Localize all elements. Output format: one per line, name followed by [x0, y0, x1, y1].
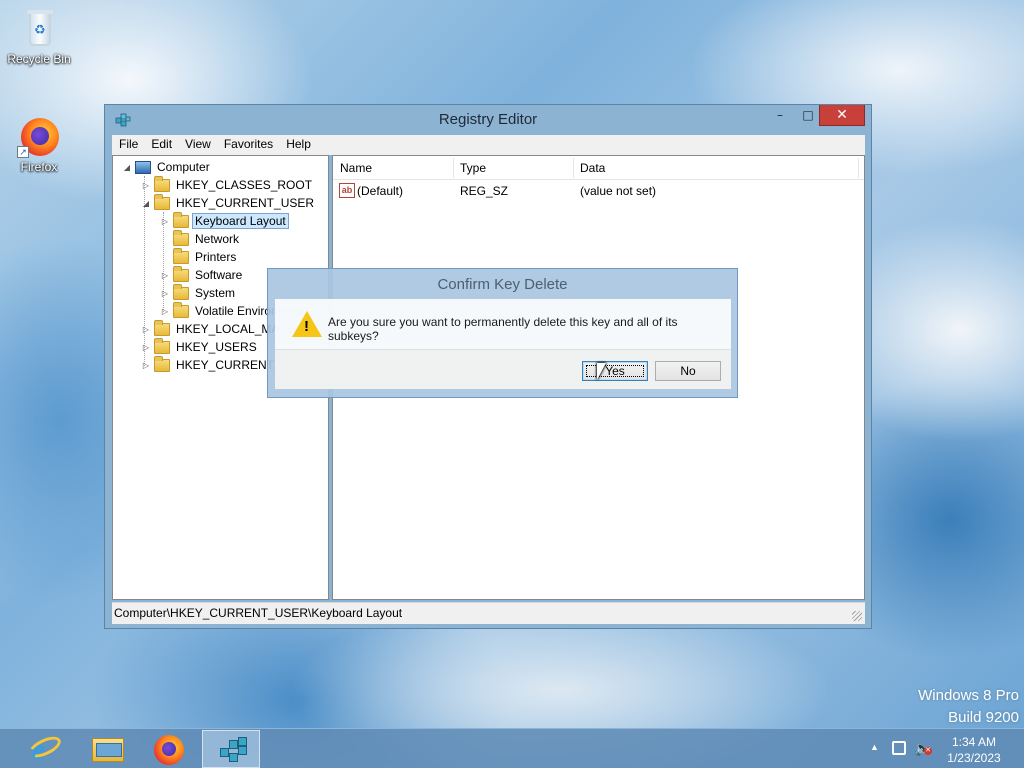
clock-time: 1:34 AM — [951, 735, 997, 749]
folder-icon — [173, 301, 189, 318]
expand-icon[interactable]: ▷ — [159, 289, 171, 298]
desktop-icon-label: Firefox — [20, 160, 58, 174]
folder-icon — [173, 211, 189, 228]
folder-icon — [173, 229, 189, 246]
tree-item-keyboard-layout[interactable]: ▷ Keyboard Layout — [159, 211, 289, 230]
expand-icon[interactable]: ▷ — [140, 343, 152, 352]
menu-edit[interactable]: Edit — [144, 135, 178, 151]
dialog-button-bar: Yes No — [275, 349, 731, 389]
tree-item-label: Network — [195, 232, 240, 246]
folder-icon — [173, 247, 189, 264]
taskbar-app-firefox[interactable] — [140, 730, 198, 768]
expand-icon[interactable]: ▷ — [140, 361, 152, 370]
firefox-icon: ↗ — [17, 114, 61, 158]
tree-item-label: HKEY_CURRENT_USER — [176, 196, 315, 210]
list-header: Name Type Data — [333, 156, 864, 180]
window-title: Registry Editor — [438, 111, 538, 128]
tree-item-label: HKEY_USERS — [176, 340, 257, 354]
firefox-icon — [154, 735, 184, 765]
regedit-icon — [218, 736, 248, 766]
shortcut-arrow-icon: ↗ — [17, 146, 29, 158]
menu-help[interactable]: Help — [279, 135, 317, 151]
dialog-title[interactable]: Confirm Key Delete — [268, 276, 737, 293]
tree-item-label: HKEY_CLASSES_ROOT — [176, 178, 313, 192]
confirm-key-delete-dialog: Confirm Key Delete ! Are you sure you wa… — [267, 268, 738, 398]
clock-date: 1/23/2023 — [947, 751, 1001, 765]
folder-icon — [154, 193, 170, 210]
column-header-type[interactable]: Type — [453, 161, 486, 175]
os-edition: Windows 8 Pro — [918, 687, 1019, 704]
desktop-icon-firefox[interactable]: ↗ Firefox — [4, 114, 74, 174]
tree-item-label: Printers — [195, 250, 237, 264]
dialog-message: Are you sure you want to permanently del… — [328, 315, 678, 343]
collapse-icon[interactable]: ◢ — [121, 163, 133, 172]
os-watermark: Windows 8 Pro Build 9200 — [918, 685, 1019, 729]
volume-muted-badge-icon: ✕ — [924, 747, 932, 755]
tree-item-computer[interactable]: ◢ Computer — [121, 158, 213, 176]
column-divider[interactable] — [858, 158, 859, 178]
menu-bar: File Edit View Favorites Help — [112, 135, 865, 155]
expand-icon[interactable]: ▷ — [159, 271, 171, 280]
expand-icon[interactable]: ▷ — [140, 181, 152, 190]
title-bar[interactable]: Registry Editor – □ ✕ — [105, 105, 871, 135]
tree-item-hkey-users[interactable]: ▷ HKEY_USERS — [140, 337, 260, 356]
dialog-body: ! Are you sure you want to permanently d… — [275, 299, 731, 389]
status-path: Computer\HKEY_CURRENT_USER\Keyboard Layo… — [114, 606, 403, 620]
folder-icon — [154, 355, 170, 372]
tree-item-label: System — [195, 286, 236, 300]
tree-item-hkey-current-user[interactable]: ◢ HKEY_CURRENT_USER — [140, 193, 317, 212]
resize-grip-icon[interactable] — [852, 611, 862, 621]
taskbar-app-registry-editor[interactable] — [202, 730, 260, 768]
menu-favorites[interactable]: Favorites — [217, 135, 279, 151]
desktop-icon-recycle-bin[interactable]: Recycle Bin — [4, 6, 74, 66]
folder-icon — [173, 265, 189, 282]
warning-icon-mark: ! — [304, 318, 309, 335]
tree-item-hkey-classes-root[interactable]: ▷ HKEY_CLASSES_ROOT — [140, 175, 315, 194]
close-button[interactable]: ✕ — [819, 105, 865, 126]
no-button[interactable]: No — [655, 361, 721, 381]
tree-item-network[interactable]: Network — [159, 229, 242, 248]
column-header-name[interactable]: Name — [333, 161, 372, 175]
string-value-icon: ab — [339, 183, 355, 198]
tree-item-system[interactable]: ▷ System — [159, 283, 238, 302]
os-build: Build 9200 — [948, 709, 1019, 726]
menu-file[interactable]: File — [112, 135, 144, 151]
folder-icon — [154, 319, 170, 336]
tree-item-label: Computer — [157, 160, 210, 174]
mouse-cursor-icon — [597, 363, 606, 380]
clock[interactable]: 1:34 AM 1/23/2023 — [940, 734, 1008, 768]
desktop-icon-label: Recycle Bin — [7, 52, 71, 66]
minimize-button[interactable]: – — [767, 105, 793, 126]
menu-view[interactable]: View — [178, 135, 217, 151]
value-type: REG_SZ — [460, 184, 509, 198]
yes-button[interactable]: Yes — [582, 361, 648, 381]
taskbar-app-file-explorer[interactable] — [78, 730, 136, 768]
folder-icon — [173, 283, 189, 300]
tree-item-software[interactable]: ▷ Software — [159, 265, 245, 284]
show-hidden-icons-button[interactable]: ▲ — [870, 742, 879, 768]
status-bar: Computer\HKEY_CURRENT_USER\Keyboard Layo… — [112, 602, 865, 624]
file-explorer-icon — [92, 738, 124, 762]
network-icon[interactable] — [892, 741, 906, 755]
taskbar: e ▲ 🔈 ✕ 1:34 AM 1/23/2023 — [0, 728, 1024, 768]
value-data: (value not set) — [580, 184, 657, 198]
expand-icon[interactable]: ▷ — [159, 307, 171, 316]
expand-icon[interactable]: ▷ — [159, 217, 171, 226]
taskbar-app-internet-explorer[interactable]: e — [16, 730, 74, 768]
column-header-data[interactable]: Data — [573, 161, 605, 175]
folder-icon — [154, 175, 170, 192]
folder-icon — [154, 337, 170, 354]
list-item[interactable]: ab (Default) REG_SZ (value not set) — [333, 182, 864, 200]
tree-item-label: Keyboard Layout — [192, 213, 289, 229]
collapse-icon[interactable]: ◢ — [140, 199, 152, 208]
tree-item-label: Software — [195, 268, 243, 282]
tree-item-printers[interactable]: Printers — [159, 247, 239, 266]
computer-icon — [135, 160, 151, 174]
maximize-button[interactable]: □ — [795, 105, 821, 126]
recycle-bin-icon — [17, 6, 61, 50]
value-name: (Default) — [357, 184, 404, 198]
expand-icon[interactable]: ▷ — [140, 325, 152, 334]
